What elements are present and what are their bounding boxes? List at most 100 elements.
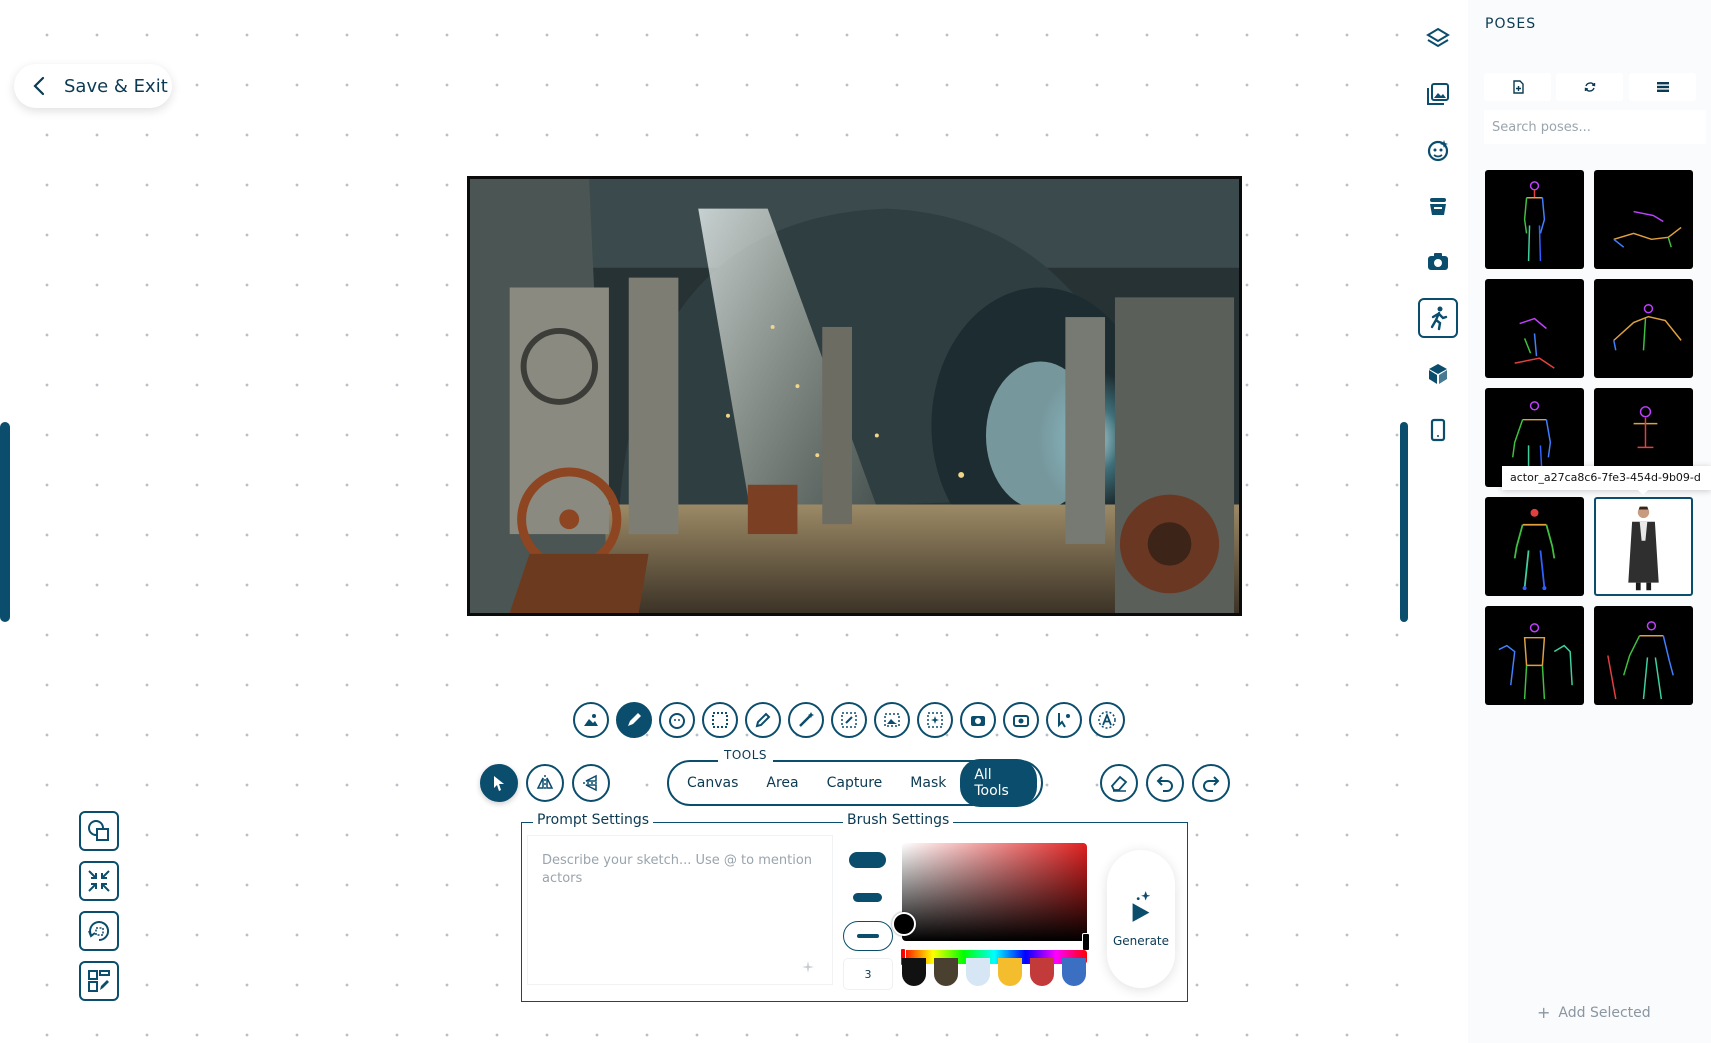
flip-horizontal-button[interactable] <box>526 764 564 802</box>
pencil-sparkle-icon <box>628 713 641 726</box>
color-saturation-picker[interactable] <box>902 843 1087 941</box>
pose-search-input[interactable] <box>1484 110 1706 144</box>
sparkle-square-icon <box>927 712 943 728</box>
redo-icon <box>1203 776 1220 792</box>
tab-capture[interactable]: Capture <box>813 767 897 799</box>
pose-thumbnail[interactable] <box>1485 279 1584 378</box>
save-exit-button[interactable]: Save & Exit <box>14 64 172 108</box>
pose-thumbnail[interactable] <box>1485 497 1584 596</box>
add-selected-button[interactable]: + Add Selected <box>1537 1003 1651 1022</box>
cursor-arrow-icon <box>494 776 504 791</box>
prompt-input[interactable] <box>528 836 832 984</box>
canvas-image[interactable] <box>467 176 1242 616</box>
character-face-icon <box>1427 140 1449 162</box>
color-picker-handle[interactable] <box>892 912 916 936</box>
enhance-tool-button[interactable] <box>917 702 953 738</box>
brush-size-small[interactable] <box>843 921 893 951</box>
text-tool-button[interactable] <box>1089 702 1125 738</box>
sparkle-icon[interactable] <box>800 959 816 975</box>
swatch-light-blue[interactable] <box>966 958 990 986</box>
layout-edit-button[interactable] <box>79 961 119 1001</box>
phone-icon <box>1430 418 1446 442</box>
layers-button[interactable] <box>1420 20 1456 56</box>
layers-icon <box>1426 27 1450 48</box>
running-figure-icon <box>1430 306 1448 331</box>
brush-size-large[interactable] <box>849 852 886 868</box>
brush-size-medium[interactable] <box>853 893 882 902</box>
pose-tooltip: actor_a27ca8c6-7fe3-454d-9b09-d <box>1502 466 1711 490</box>
brush-settings-label: Brush Settings <box>843 812 954 828</box>
3d-objects-button[interactable] <box>1420 356 1456 392</box>
grid-edit-icon <box>88 970 110 992</box>
pose-tab-new[interactable] <box>1484 73 1551 101</box>
capture-tool-button[interactable] <box>960 702 996 738</box>
select-cursor-button[interactable] <box>480 764 518 802</box>
gallery-button[interactable] <box>1420 76 1456 112</box>
face-icon <box>669 713 685 729</box>
swatch-blue[interactable] <box>1062 958 1086 986</box>
swatch-yellow[interactable] <box>998 958 1022 986</box>
props-button[interactable] <box>1420 188 1456 224</box>
generate-button[interactable]: Generate <box>1107 850 1175 988</box>
redo-button[interactable] <box>1192 764 1230 802</box>
right-panel-handle[interactable] <box>1400 422 1408 622</box>
swatch-red[interactable] <box>1030 958 1054 986</box>
pose-thumbnail[interactable] <box>1594 170 1693 269</box>
left-panel-handle[interactable] <box>0 422 10 622</box>
snapshot-tool-button[interactable] <box>1003 702 1039 738</box>
new-file-icon <box>1512 80 1524 94</box>
reset-view-button[interactable] <box>79 911 119 951</box>
stick-figure-image <box>1523 181 1546 262</box>
eraser-button[interactable] <box>1100 764 1138 802</box>
inpaint-tool-button[interactable] <box>831 702 867 738</box>
play-sparkle-icon <box>1132 891 1151 922</box>
background-tool-button[interactable] <box>874 702 910 738</box>
camera-icon <box>971 716 985 726</box>
brightness-handle[interactable] <box>1082 933 1090 951</box>
pose-thumbnail[interactable] <box>1594 279 1693 378</box>
undo-button[interactable] <box>1146 764 1184 802</box>
cursor-figure-icon <box>1058 713 1070 728</box>
flip-vertical-button[interactable] <box>572 764 610 802</box>
select-area-tool-button[interactable] <box>702 702 738 738</box>
pose-tab-list[interactable] <box>1629 73 1696 101</box>
brush-size-value[interactable]: 3 <box>844 959 892 989</box>
swatch-black[interactable] <box>902 958 926 986</box>
dashed-pen-icon <box>841 712 857 728</box>
pose-thumbnail-selected[interactable] <box>1594 497 1693 596</box>
pose-thumbnail[interactable] <box>1485 606 1584 705</box>
eraser-icon <box>1110 775 1128 792</box>
stick-figures-image <box>1498 623 1573 700</box>
magic-wand-tool-button[interactable] <box>788 702 824 738</box>
poses-button[interactable] <box>1418 298 1458 338</box>
camera-button[interactable] <box>1420 244 1456 280</box>
device-preview-button[interactable] <box>1420 412 1456 448</box>
tab-area[interactable]: Area <box>752 767 812 799</box>
tab-mask[interactable]: Mask <box>896 767 960 799</box>
flip-vertical-icon <box>583 774 599 792</box>
tooltip-arrow <box>1637 489 1649 495</box>
edit-tool-button[interactable] <box>745 702 781 738</box>
fit-screen-button[interactable] <box>79 861 119 901</box>
stick-figure-image <box>1513 508 1556 591</box>
pen-icon <box>755 712 771 728</box>
pose-tab-refresh[interactable] <box>1556 73 1623 101</box>
tab-all-tools[interactable]: All Tools <box>960 759 1037 807</box>
image-tool-button[interactable] <box>573 702 609 738</box>
swatch-brown[interactable] <box>934 958 958 986</box>
dungeon-scene-image <box>470 179 1239 613</box>
tab-canvas[interactable]: Canvas <box>673 767 752 799</box>
pose-thumbnail[interactable] <box>1594 606 1693 705</box>
stick-figure-image <box>1613 303 1682 351</box>
brush-size-small-pill <box>857 934 879 938</box>
characters-button[interactable] <box>1420 132 1456 168</box>
poses-title: POSES <box>1485 16 1537 32</box>
image-icon <box>584 714 598 726</box>
stack-icon <box>1430 198 1446 215</box>
pose-thumbnail[interactable] <box>1485 170 1584 269</box>
letter-a-icon <box>1098 711 1116 729</box>
shapes-button[interactable] <box>79 811 119 851</box>
pose-tool-button[interactable] <box>1046 702 1082 738</box>
face-tool-button[interactable] <box>659 702 695 738</box>
sketch-tool-button[interactable] <box>616 702 652 738</box>
